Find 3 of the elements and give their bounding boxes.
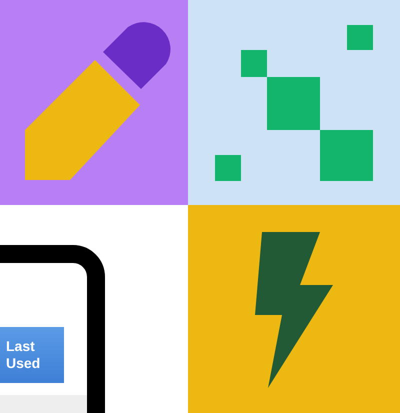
last-used-button[interactable]: Last Used (0, 327, 64, 383)
pencil-icon (25, 22, 170, 180)
lightning-bolt-icon (255, 232, 333, 388)
